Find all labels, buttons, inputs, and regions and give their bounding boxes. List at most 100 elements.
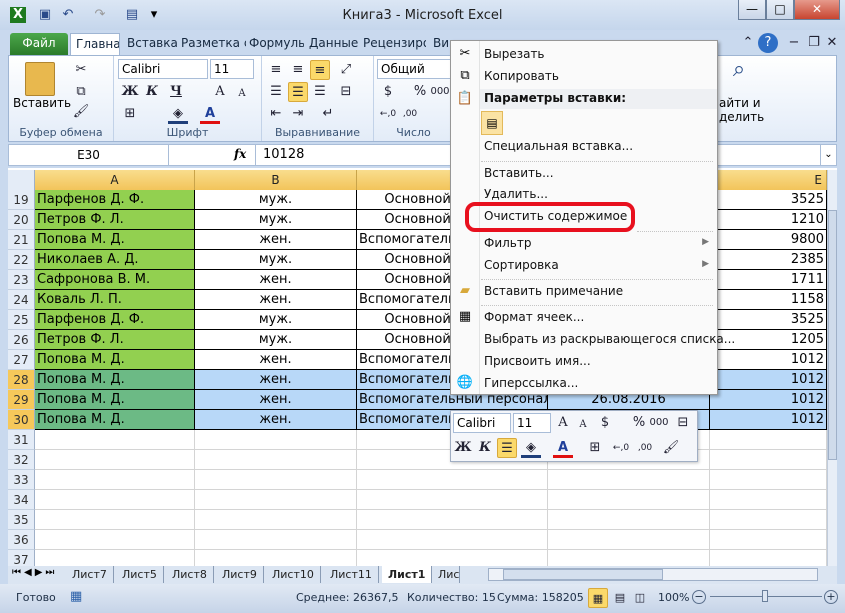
empty-cell[interactable] bbox=[710, 530, 827, 550]
scroll-thumb[interactable] bbox=[828, 210, 837, 460]
menu-item-format-cells[interactable]: Формат ячеек... bbox=[484, 307, 584, 328]
empty-cell[interactable] bbox=[35, 450, 195, 470]
cell-a[interactable]: Попова М. Д. bbox=[35, 410, 195, 430]
zoom-slider-thumb[interactable] bbox=[762, 590, 768, 602]
fx-icon[interactable]: fx bbox=[234, 147, 246, 161]
cut-icon[interactable]: ✂ bbox=[71, 60, 91, 80]
sheet-tab[interactable]: Лист1 bbox=[382, 566, 433, 583]
cell-a[interactable]: Попова М. Д. bbox=[35, 230, 195, 250]
currency-icon[interactable]: $ bbox=[595, 413, 615, 433]
row-header[interactable]: 36 bbox=[8, 530, 35, 550]
zoom-level[interactable]: 100% bbox=[658, 591, 689, 604]
macro-record-icon[interactable]: ▦ bbox=[70, 589, 82, 604]
increase-decimal-icon[interactable]: ←,0 bbox=[611, 438, 631, 458]
cell-b[interactable]: жен. bbox=[195, 350, 357, 370]
orientation-icon[interactable]: ⤢ bbox=[336, 60, 356, 80]
row-header[interactable]: 35 bbox=[8, 510, 35, 530]
fill-color-icon[interactable]: ◈ bbox=[168, 104, 188, 124]
align-left-icon[interactable]: ☰ bbox=[266, 82, 286, 102]
cell-a[interactable]: Сафронова В. М. bbox=[35, 270, 195, 290]
row-header[interactable]: 23 bbox=[8, 270, 35, 290]
sheet-tab[interactable]: Лис bbox=[432, 566, 460, 583]
row-header[interactable]: 28 bbox=[8, 370, 35, 390]
grow-font-icon[interactable]: A bbox=[553, 413, 573, 433]
menu-item-hyperlink[interactable]: Гиперссылка... bbox=[484, 373, 578, 394]
tab-insert[interactable]: Вставка bbox=[122, 33, 184, 55]
bold-button[interactable]: Ж bbox=[453, 438, 473, 458]
cell-a[interactable]: Парфенов Д. Ф. bbox=[35, 310, 195, 330]
mini-font-select[interactable]: Calibri bbox=[453, 413, 511, 433]
empty-cell[interactable] bbox=[548, 470, 710, 490]
thousands-icon[interactable]: 000 bbox=[649, 413, 669, 433]
minimize-button[interactable]: — bbox=[738, 0, 766, 20]
menu-item-sort[interactable]: Сортировка bbox=[484, 255, 559, 276]
cell-a[interactable]: Коваль Л. П. bbox=[35, 290, 195, 310]
row-header[interactable]: 34 bbox=[8, 490, 35, 510]
row-header[interactable]: 32 bbox=[8, 450, 35, 470]
empty-cell[interactable] bbox=[35, 430, 195, 450]
font-color-icon[interactable]: A bbox=[200, 104, 220, 124]
name-box[interactable]: E30 bbox=[9, 145, 169, 165]
menu-item-cut[interactable]: Вырезать bbox=[484, 44, 545, 65]
page-break-view-icon[interactable]: ◫ bbox=[630, 588, 650, 608]
empty-cell[interactable] bbox=[548, 550, 710, 566]
cell-e[interactable]: 9800 bbox=[710, 230, 827, 250]
paste-option-button[interactable]: ▤ bbox=[481, 111, 503, 135]
row-header[interactable]: 22 bbox=[8, 250, 35, 270]
copy-icon[interactable]: ⧉ bbox=[71, 82, 91, 102]
menu-item-define-name[interactable]: Присвоить имя... bbox=[484, 351, 591, 372]
sheet-tab[interactable]: Лист8 bbox=[166, 566, 214, 583]
normal-view-icon[interactable]: ▦ bbox=[588, 588, 608, 608]
row-header[interactable]: 33 bbox=[8, 470, 35, 490]
empty-cell[interactable] bbox=[710, 450, 827, 470]
menu-item-pick-from-list[interactable]: Выбрать из раскрывающегося списка... bbox=[484, 329, 735, 350]
close-button[interactable]: ✕ bbox=[794, 0, 840, 20]
find-select-icon[interactable]: ⌕ bbox=[724, 59, 754, 90]
column-header-b[interactable]: B bbox=[195, 170, 357, 190]
sheet-tab[interactable]: Лист7 bbox=[66, 566, 114, 583]
italic-button[interactable]: К bbox=[475, 438, 495, 458]
page-layout-view-icon[interactable]: ▤ bbox=[610, 588, 630, 608]
empty-cell[interactable] bbox=[357, 490, 548, 510]
merge-center-icon[interactable]: ⊟ bbox=[673, 413, 693, 433]
menu-item-filter[interactable]: Фильтр bbox=[484, 233, 531, 254]
row-header[interactable]: 21 bbox=[8, 230, 35, 250]
cell-a[interactable]: Попова М. Д. bbox=[35, 390, 195, 410]
cell-a[interactable]: Парфенов Д. Ф. bbox=[35, 190, 195, 210]
number-format-select[interactable]: Общий bbox=[377, 59, 451, 79]
row-header[interactable]: 24 bbox=[8, 290, 35, 310]
align-center-icon[interactable]: ☰ bbox=[288, 82, 308, 102]
align-bottom-icon[interactable]: ≡ bbox=[310, 60, 330, 80]
font-color-icon[interactable]: A bbox=[553, 438, 573, 458]
empty-cell[interactable] bbox=[710, 490, 827, 510]
paste-icon[interactable] bbox=[25, 62, 55, 96]
cell-b[interactable]: жен. bbox=[195, 270, 357, 290]
cell-e[interactable]: 1012 bbox=[710, 350, 827, 370]
menu-item-insert[interactable]: Вставить... bbox=[484, 163, 554, 184]
cell-b[interactable]: жен. bbox=[195, 370, 357, 390]
cell-e[interactable]: 1210 bbox=[710, 210, 827, 230]
empty-cell[interactable] bbox=[35, 510, 195, 530]
sheet-tab[interactable]: Лист11 bbox=[324, 566, 379, 583]
empty-cell[interactable] bbox=[710, 510, 827, 530]
select-all-button[interactable] bbox=[8, 170, 35, 190]
menu-item-paste-special[interactable]: Специальная вставка... bbox=[484, 136, 633, 157]
cell-e[interactable]: 1012 bbox=[710, 370, 827, 390]
empty-cell[interactable] bbox=[35, 530, 195, 550]
empty-cell[interactable] bbox=[195, 450, 357, 470]
decrease-indent-icon[interactable]: ⇤ bbox=[266, 104, 286, 124]
empty-cell[interactable] bbox=[195, 490, 357, 510]
tab-formulas[interactable]: Формулы bbox=[244, 33, 304, 55]
sheet-tab[interactable]: Лист5 bbox=[116, 566, 164, 583]
cell-b[interactable]: жен. bbox=[195, 410, 357, 430]
thousands-icon[interactable]: 000 bbox=[430, 82, 450, 102]
cell-b[interactable]: жен. bbox=[195, 230, 357, 250]
tab-home[interactable]: Главная bbox=[70, 33, 120, 55]
cell-e[interactable]: 1012 bbox=[710, 410, 827, 430]
zoom-in-button[interactable]: + bbox=[824, 590, 838, 604]
underline-button[interactable]: Ч bbox=[166, 82, 186, 102]
decrease-decimal-icon[interactable]: ,00 bbox=[635, 438, 655, 458]
tab-data[interactable]: Данные bbox=[304, 33, 358, 55]
bold-button[interactable]: Ж bbox=[120, 82, 140, 102]
cell-b[interactable]: муж. bbox=[195, 190, 357, 210]
